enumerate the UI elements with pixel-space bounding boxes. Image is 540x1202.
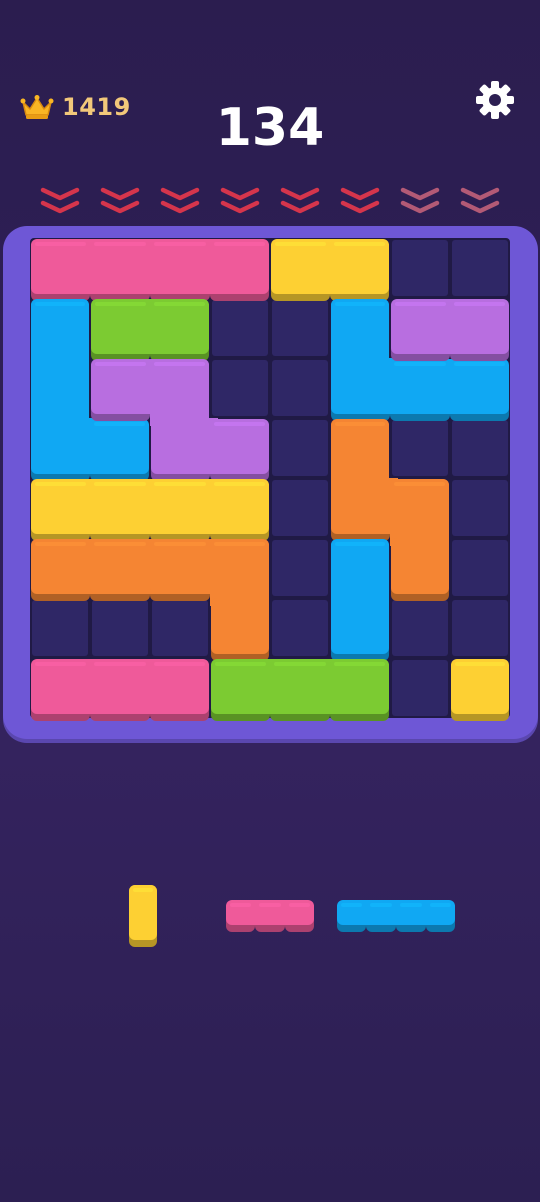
board-cell	[452, 420, 508, 476]
orange-l[interactable]	[30, 538, 270, 662]
chevron-down-icon	[40, 187, 80, 214]
tray-yellow-vertical[interactable]	[128, 884, 158, 948]
board-cell	[272, 600, 328, 656]
board-cell	[272, 540, 328, 596]
game-board[interactable]	[30, 238, 510, 721]
board-cell	[392, 240, 448, 296]
tray-blue-bar[interactable]	[336, 899, 456, 933]
board-cell	[452, 600, 508, 656]
purple-bar[interactable]	[390, 298, 510, 362]
top-bar: 1419 134	[0, 0, 540, 170]
gear-icon[interactable]	[474, 79, 516, 121]
chevron-down-icon	[340, 187, 380, 214]
chevron-down-icon	[280, 187, 320, 214]
tray-pink-bar[interactable]	[225, 899, 315, 933]
purple-z[interactable]	[90, 358, 270, 482]
piece-tray	[0, 860, 540, 970]
yellow-bar[interactable]	[270, 238, 390, 302]
pink-bottom-bar[interactable]	[30, 658, 210, 722]
board-cell	[452, 480, 508, 536]
board-cell	[272, 360, 328, 416]
yellow-long-bar[interactable]	[30, 478, 270, 542]
board-cell	[212, 300, 268, 356]
chevron-down-icon	[460, 187, 500, 214]
drop-indicators	[30, 186, 510, 226]
board-cell	[272, 480, 328, 536]
chevron-down-icon	[400, 187, 440, 214]
board-cell	[452, 540, 508, 596]
blue-vertical[interactable]	[330, 538, 390, 662]
pink-bar[interactable]	[30, 238, 270, 302]
board-cell	[452, 240, 508, 296]
board-cell	[392, 600, 448, 656]
board-cell	[272, 420, 328, 476]
yellow-single[interactable]	[450, 658, 510, 722]
green-bottom-bar[interactable]	[210, 658, 390, 722]
chevron-down-icon	[100, 187, 140, 214]
board-cell	[272, 300, 328, 356]
chevron-down-icon	[160, 187, 200, 214]
green-bar[interactable]	[90, 298, 210, 362]
chevron-down-icon	[220, 187, 260, 214]
current-score: 134	[215, 98, 325, 158]
board-cell	[392, 660, 448, 716]
